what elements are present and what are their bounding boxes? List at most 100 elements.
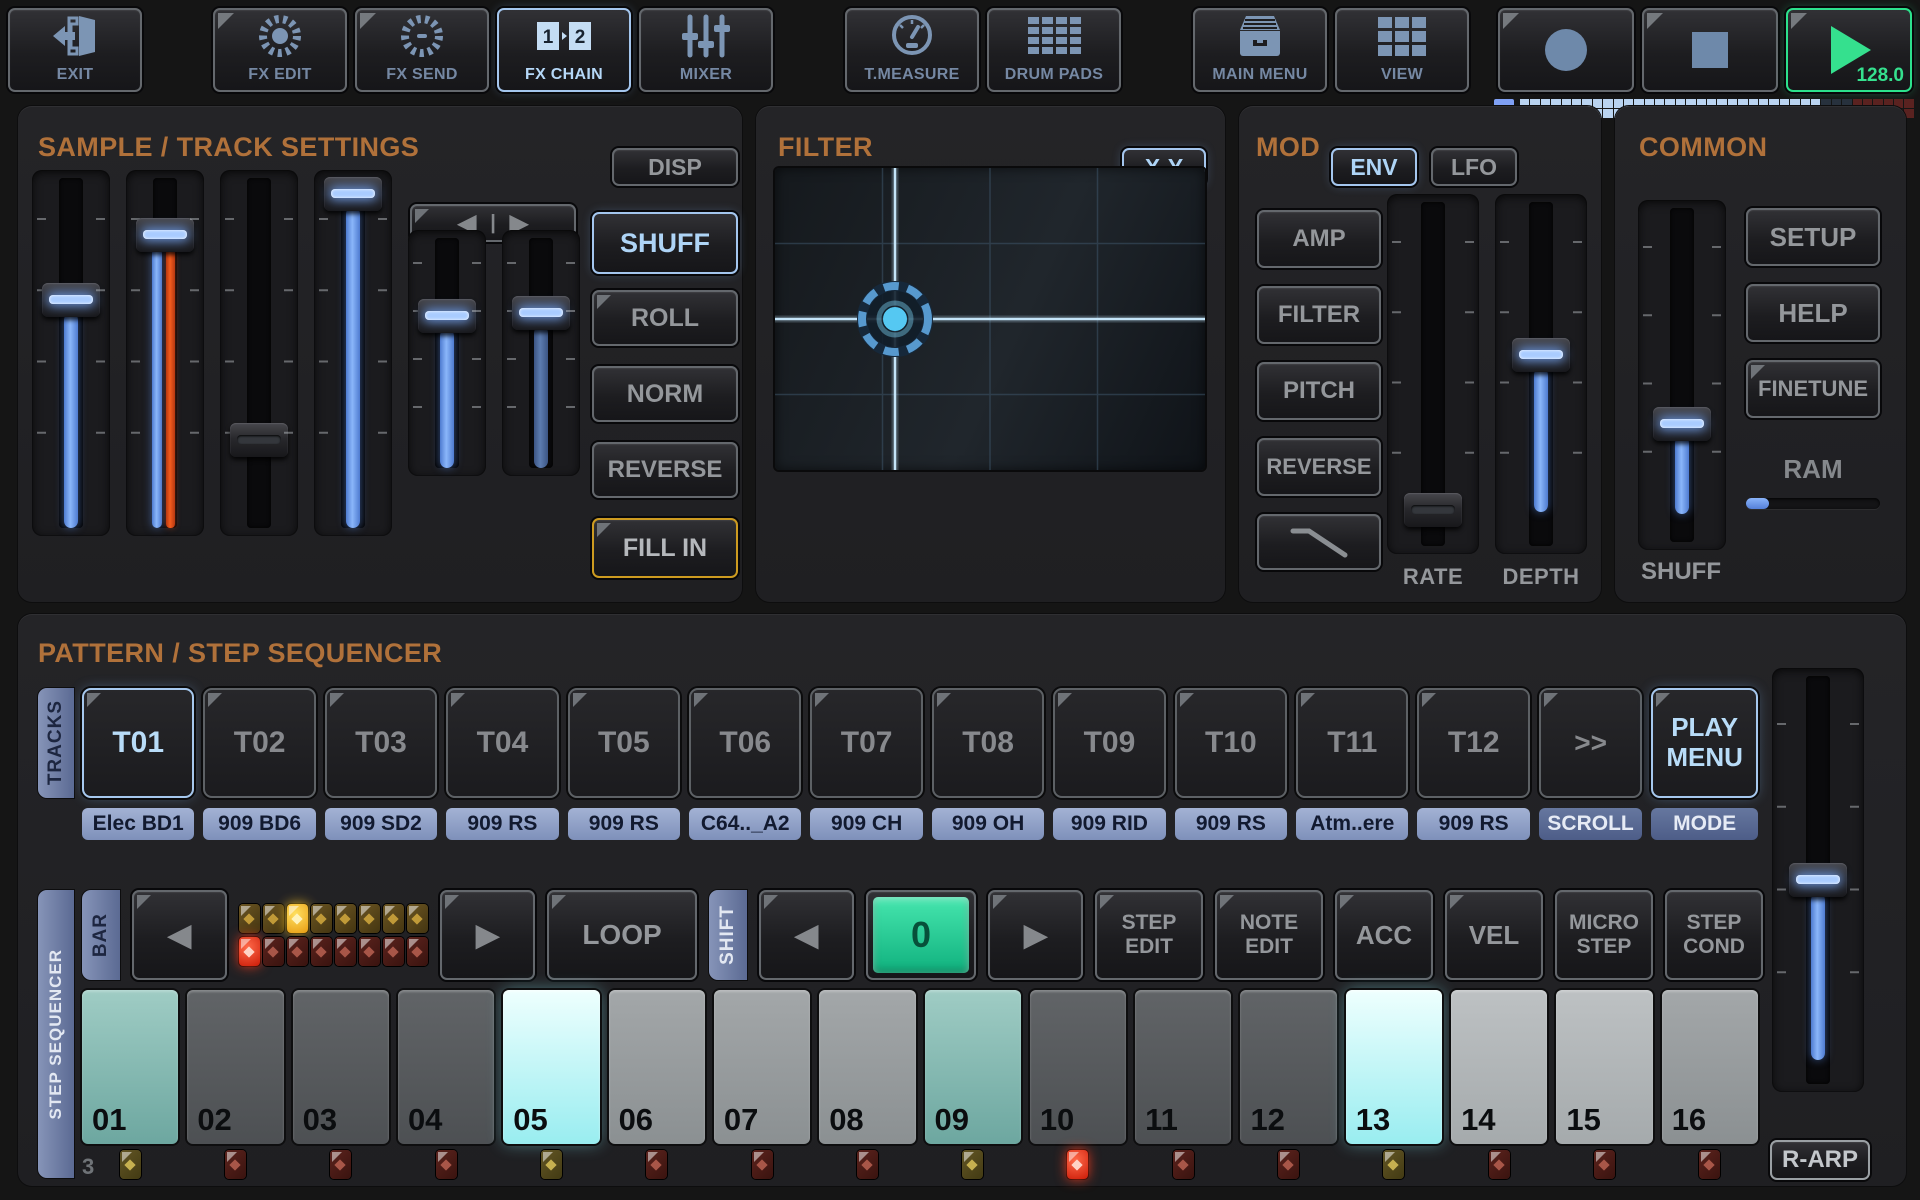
env-tab-button[interactable]: ENV bbox=[1331, 148, 1417, 186]
mod-amp-button[interactable]: AMP bbox=[1257, 210, 1381, 268]
drum-pads-button[interactable]: DRUM PADS bbox=[987, 8, 1121, 92]
shift-next-button[interactable]: ▶ bbox=[988, 890, 1083, 980]
roll-button[interactable]: ROLL bbox=[592, 290, 738, 346]
slider-start[interactable] bbox=[220, 170, 298, 536]
step-pad-03[interactable]: 03 bbox=[292, 990, 389, 1144]
loop-button[interactable]: LOOP bbox=[547, 890, 697, 980]
fill-in-button[interactable]: FILL IN bbox=[592, 518, 738, 578]
step-pad-04[interactable]: 04 bbox=[397, 990, 495, 1144]
slider-fill bbox=[534, 326, 548, 468]
fx-edit-button[interactable]: FX EDIT bbox=[213, 8, 347, 92]
pattern-level-slider[interactable] bbox=[1772, 668, 1864, 1092]
step-pad-07[interactable]: 07 bbox=[713, 990, 811, 1144]
fx-chain-button[interactable]: 1 2 FX CHAIN bbox=[497, 8, 631, 92]
track-button-t06[interactable]: T06 bbox=[689, 688, 802, 798]
step-pad-11[interactable]: 11 bbox=[1135, 990, 1232, 1144]
track-button-t11[interactable]: T11 bbox=[1296, 688, 1409, 798]
bar-prev-button[interactable]: ◀ bbox=[132, 890, 227, 980]
step-pad-14[interactable]: 14 bbox=[1451, 990, 1548, 1144]
common-shuff-slider[interactable] bbox=[1638, 200, 1726, 550]
step-pad-06[interactable]: 06 bbox=[608, 990, 705, 1144]
track-button-t02[interactable]: T02 bbox=[203, 688, 316, 798]
reverse-button[interactable]: REVERSE bbox=[592, 442, 738, 498]
r-arp-button[interactable]: R-ARP bbox=[1770, 1140, 1870, 1180]
track-button-t05[interactable]: T05 bbox=[567, 688, 681, 798]
filter-xy-pad[interactable] bbox=[775, 168, 1205, 470]
step-cond-button[interactable]: STEP COND bbox=[1665, 890, 1763, 980]
tracks-scroll-button[interactable]: >> bbox=[1538, 688, 1643, 798]
track-button-t12[interactable]: T12 bbox=[1417, 688, 1530, 798]
stop-button[interactable] bbox=[1642, 8, 1778, 92]
slider-handle[interactable] bbox=[42, 283, 100, 318]
slider-handle[interactable] bbox=[324, 177, 382, 212]
step-led-indicator bbox=[1172, 1150, 1194, 1179]
disp-button[interactable]: DISP bbox=[612, 148, 738, 186]
tracks-tab: TRACKS bbox=[38, 688, 74, 798]
track-button-t07[interactable]: T07 bbox=[810, 688, 923, 798]
track-button-t03[interactable]: T03 bbox=[324, 688, 438, 798]
slider-handle[interactable] bbox=[418, 298, 476, 333]
shuff-mode-button[interactable]: SHUFF bbox=[592, 212, 738, 274]
step-pad-10[interactable]: 10 bbox=[1029, 990, 1127, 1144]
step-pad-16[interactable]: 16 bbox=[1661, 990, 1758, 1144]
track-button-t01[interactable]: T01 bbox=[82, 688, 195, 798]
help-button[interactable]: HELP bbox=[1746, 284, 1880, 342]
slider-handle[interactable] bbox=[1512, 338, 1570, 372]
step-pad-02[interactable]: 02 bbox=[187, 990, 284, 1144]
step-pad-08[interactable]: 08 bbox=[819, 990, 916, 1144]
shift-value-display[interactable]: 0 bbox=[866, 890, 976, 980]
track-button-t09[interactable]: T09 bbox=[1053, 688, 1166, 798]
slider-depth[interactable] bbox=[1495, 194, 1587, 554]
step-led-cell bbox=[1030, 1150, 1126, 1179]
main-menu-button[interactable]: MAIN MENU bbox=[1193, 8, 1327, 92]
acc-button[interactable]: ACC bbox=[1335, 890, 1433, 980]
t-measure-button[interactable]: T.MEASURE bbox=[845, 8, 979, 92]
mixer-button[interactable]: MIXER bbox=[639, 8, 773, 92]
slider-handle-glow bbox=[49, 295, 93, 305]
mod-decay-curve-button[interactable] bbox=[1257, 514, 1381, 570]
step-pad-12[interactable]: 12 bbox=[1240, 990, 1337, 1144]
step-pad-09[interactable]: 09 bbox=[924, 990, 1021, 1144]
micro-step-button[interactable]: MICRO STEP bbox=[1555, 890, 1653, 980]
lfo-tab-button[interactable]: LFO bbox=[1431, 148, 1517, 186]
record-button[interactable] bbox=[1498, 8, 1634, 92]
track-button-t08[interactable]: T08 bbox=[931, 688, 1045, 798]
slider-handle[interactable] bbox=[136, 217, 194, 252]
step-led-indicator bbox=[962, 1150, 984, 1179]
shift-prev-button[interactable]: ◀ bbox=[759, 890, 854, 980]
slider-pitch[interactable] bbox=[408, 230, 486, 476]
vel-button[interactable]: VEL bbox=[1445, 890, 1543, 980]
slider-rate[interactable] bbox=[1387, 194, 1479, 554]
bar-next-button[interactable]: ▶ bbox=[440, 890, 535, 980]
bar-led-indicator bbox=[359, 904, 380, 933]
step-edit-button[interactable]: STEP EDIT bbox=[1095, 890, 1203, 980]
meter-segment bbox=[1904, 99, 1914, 108]
step-pad-05[interactable]: 05 bbox=[503, 990, 600, 1144]
finetune-button[interactable]: FINETUNE bbox=[1746, 360, 1880, 418]
slider-handle[interactable] bbox=[230, 422, 288, 457]
mod-pitch-button[interactable]: PITCH bbox=[1257, 362, 1381, 420]
slider-level[interactable] bbox=[126, 170, 204, 536]
slider-leng[interactable] bbox=[314, 170, 392, 536]
norm-button[interactable]: NORM bbox=[592, 366, 738, 422]
play-menu-button[interactable]: PLAY MENU bbox=[1651, 688, 1759, 798]
slider-pan[interactable] bbox=[32, 170, 110, 536]
exit-button[interactable]: EXIT bbox=[8, 8, 142, 92]
view-button[interactable]: VIEW bbox=[1335, 8, 1469, 92]
track-button-t10[interactable]: T10 bbox=[1174, 688, 1288, 798]
slider-handle[interactable] bbox=[1653, 406, 1711, 441]
step-pad-01[interactable]: 01 bbox=[82, 990, 179, 1144]
step-pad-15[interactable]: 15 bbox=[1556, 990, 1653, 1144]
slider-handle[interactable] bbox=[1789, 863, 1847, 898]
setup-button[interactable]: SETUP bbox=[1746, 208, 1880, 266]
step-pad-13[interactable]: 13 bbox=[1345, 990, 1443, 1144]
slider-handle[interactable] bbox=[1404, 492, 1462, 527]
play-button[interactable]: 128.0 bbox=[1786, 8, 1912, 92]
slider-handle[interactable] bbox=[512, 296, 570, 331]
slider-speed[interactable] bbox=[502, 230, 580, 476]
track-button-t04[interactable]: T04 bbox=[446, 688, 559, 798]
fx-send-button[interactable]: FX SEND bbox=[355, 8, 489, 92]
mod-reverse-button[interactable]: REVERSE bbox=[1257, 438, 1381, 496]
mod-filter-button[interactable]: FILTER bbox=[1257, 286, 1381, 344]
note-edit-button[interactable]: NOTE EDIT bbox=[1215, 890, 1323, 980]
